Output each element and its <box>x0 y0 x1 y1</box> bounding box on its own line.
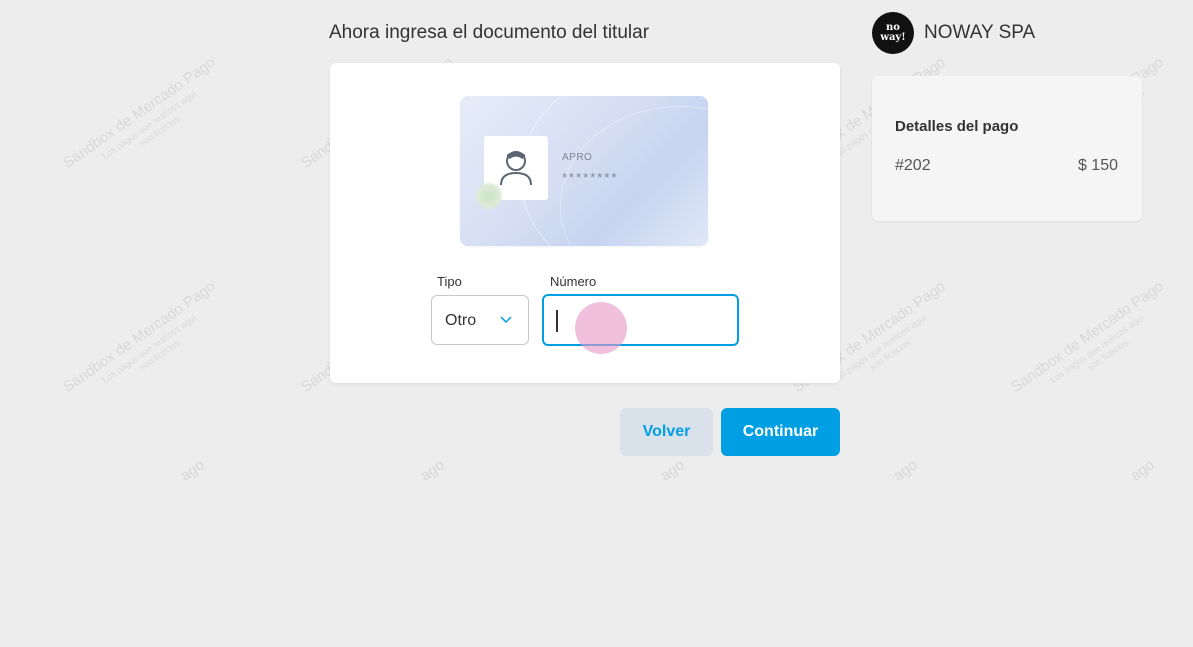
touch-indicator <box>575 302 627 354</box>
document-type-select[interactable]: Otro <box>431 295 529 345</box>
watermark-fragment: ago <box>177 456 208 485</box>
sandbox-watermark: Sandbox de Mercado PagoLos pagos que rea… <box>60 53 219 172</box>
document-number-input[interactable] <box>542 294 739 354</box>
watermark-fragment: ago <box>417 456 448 485</box>
stamp-icon <box>475 182 503 210</box>
summary-title: Detalles del pago <box>895 118 1019 135</box>
back-button[interactable]: Volver <box>620 408 713 456</box>
continue-button[interactable]: Continuar <box>721 408 840 456</box>
number-label: Número <box>550 274 597 289</box>
sandbox-watermark: Sandbox de Mercado PagoLos pagos que rea… <box>60 277 219 396</box>
type-label: Tipo <box>437 274 462 289</box>
merchant-logo: no way! <box>872 12 914 54</box>
id-card-illustration: APRO ******** <box>460 96 708 246</box>
merchant-name: NOWAY SPA <box>924 22 1036 43</box>
payment-amount: $ 150 <box>1077 157 1118 174</box>
document-type-value: Otro <box>445 312 477 329</box>
text-cursor <box>556 310 558 332</box>
document-form-card: APRO ******** Tipo Número Otro <box>330 63 840 383</box>
watermark-fragment: ago <box>890 456 921 485</box>
page-title: Ahora ingresa el documento del titular <box>329 22 650 43</box>
watermark-fragment: ago <box>657 456 688 485</box>
payment-reference: #202 <box>895 157 931 174</box>
user-avatar-icon <box>500 151 532 186</box>
payment-summary: Detalles del pago #202 $ 150 <box>872 76 1142 221</box>
sandbox-watermark: Sandbox de Mercado PagoLos pagos que rea… <box>1008 277 1167 396</box>
id-card-number: ******** <box>562 170 619 185</box>
id-card-name: APRO <box>562 152 593 163</box>
chevron-down-icon <box>500 316 512 324</box>
watermark-fragment: ago <box>1127 456 1158 485</box>
